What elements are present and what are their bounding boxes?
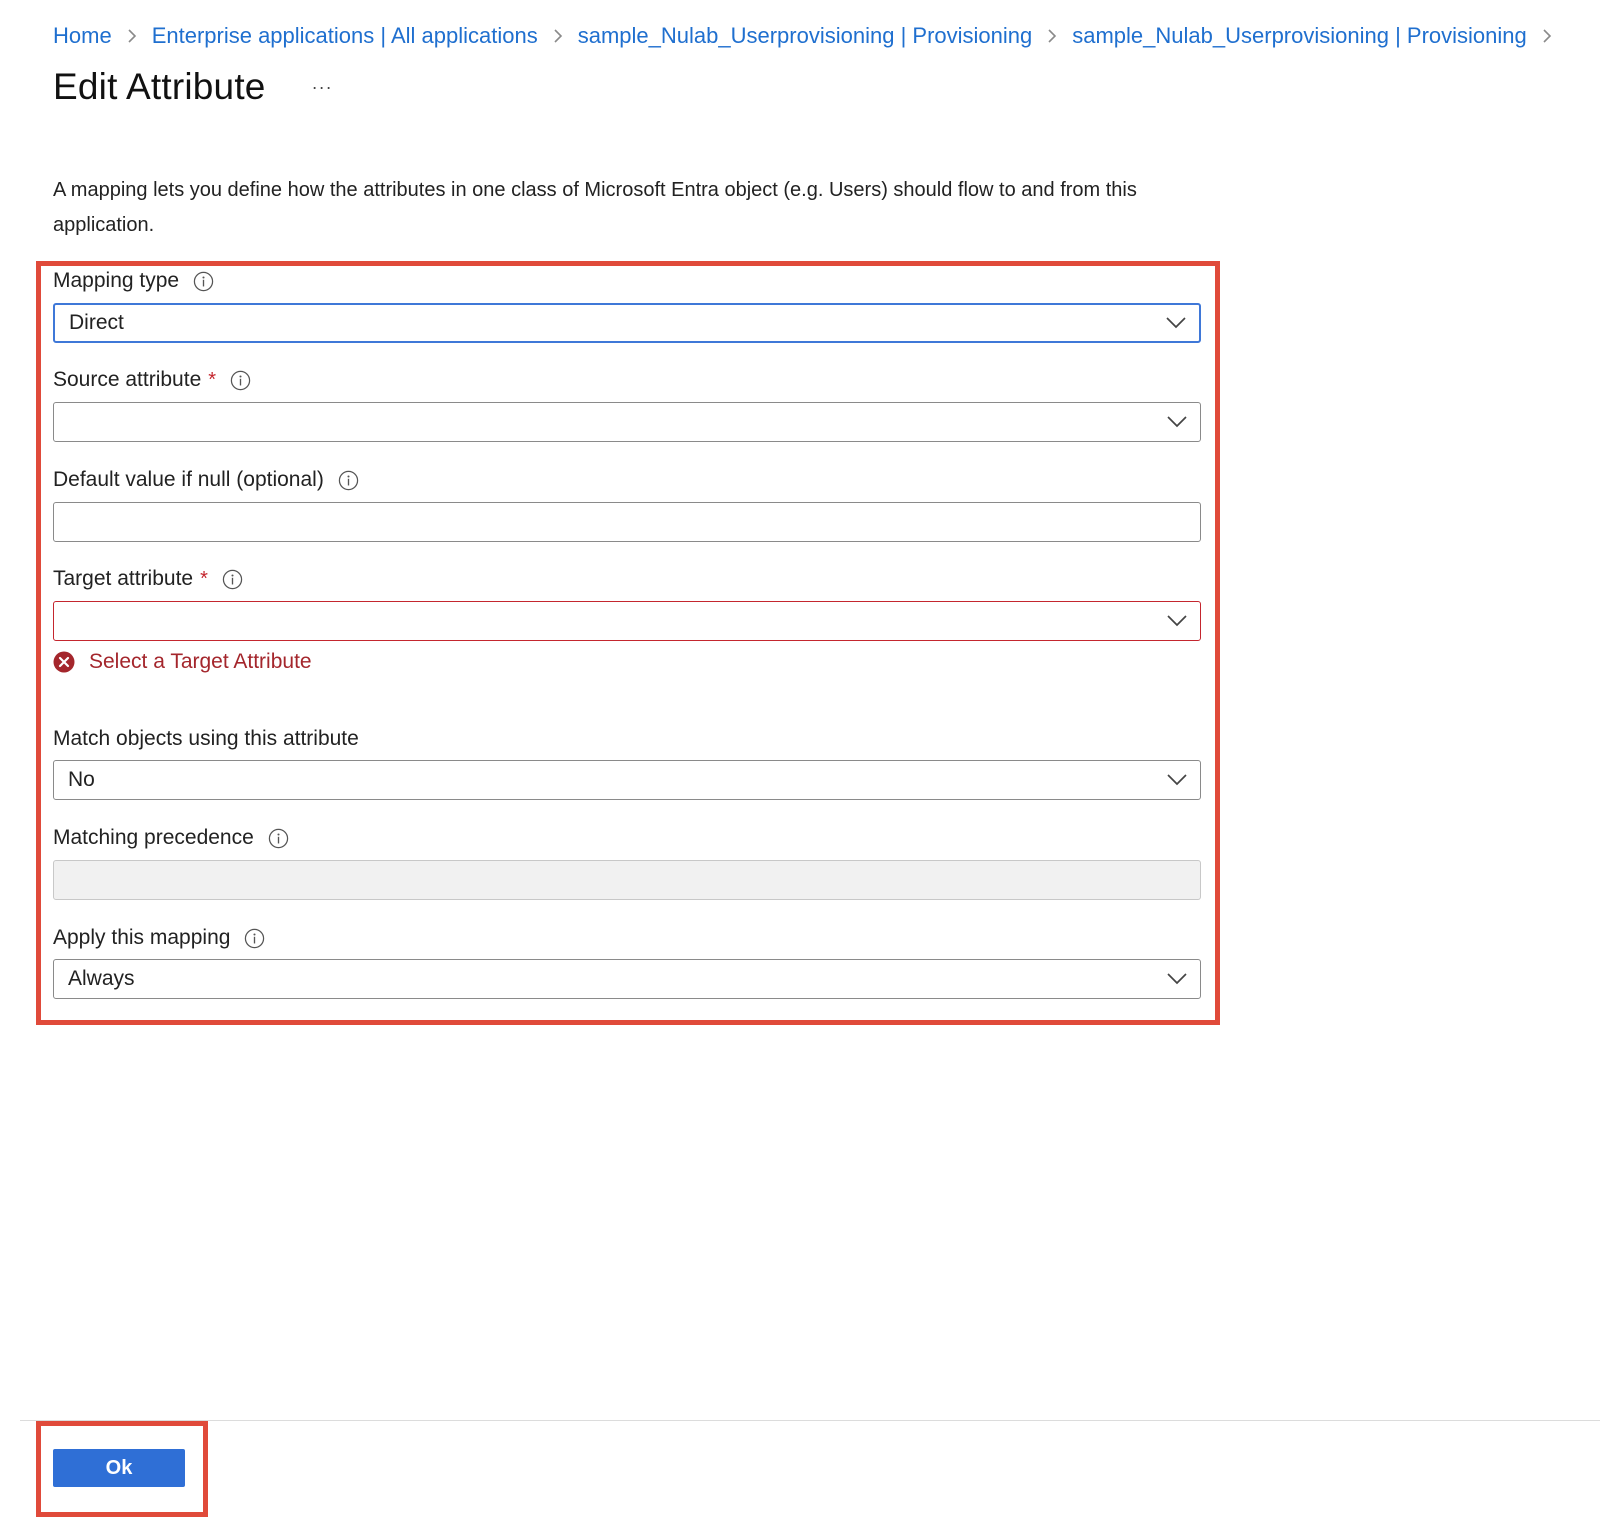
- target-attribute-error-text: Select a Target Attribute: [89, 650, 312, 673]
- chevron-right-icon: [1541, 28, 1553, 44]
- target-attribute-label: Target attribute *: [53, 567, 243, 591]
- chevron-right-icon: [1046, 28, 1058, 44]
- more-options-button[interactable]: ···: [308, 75, 337, 100]
- page-title: Edit Attribute: [53, 66, 266, 107]
- matching-precedence-label-text: Matching precedence: [53, 826, 254, 849]
- info-icon[interactable]: [222, 569, 243, 590]
- info-icon[interactable]: [268, 828, 289, 849]
- target-attribute-dropdown[interactable]: [53, 601, 1201, 641]
- default-value-label-text: Default value if null (optional): [53, 468, 324, 491]
- target-attribute-error: Select a Target Attribute: [53, 650, 312, 674]
- default-value-label: Default value if null (optional): [53, 468, 359, 492]
- required-marker: *: [208, 368, 217, 391]
- target-attribute-label-text: Target attribute: [53, 567, 194, 590]
- mapping-type-label: Mapping type: [53, 269, 214, 293]
- match-objects-label-text: Match objects using this attribute: [53, 727, 359, 750]
- info-icon[interactable]: [193, 271, 214, 292]
- breadcrumb-app-provisioning[interactable]: sample_Nulab_Userprovisioning | Provisio…: [578, 23, 1033, 49]
- match-objects-value: No: [68, 768, 95, 791]
- title-row: Edit Attribute ···: [53, 66, 337, 108]
- breadcrumb-app-provisioning-2[interactable]: sample_Nulab_Userprovisioning | Provisio…: [1072, 23, 1527, 49]
- source-attribute-dropdown[interactable]: [53, 402, 1201, 442]
- apply-mapping-value: Always: [68, 967, 135, 990]
- error-circle-icon: [53, 651, 75, 673]
- apply-mapping-label-text: Apply this mapping: [53, 926, 231, 949]
- chevron-down-icon: [1165, 316, 1187, 330]
- apply-mapping-label: Apply this mapping: [53, 926, 265, 950]
- source-attribute-label-text: Source attribute: [53, 368, 202, 391]
- matching-precedence-label: Matching precedence: [53, 826, 289, 850]
- matching-precedence-input: [53, 860, 1201, 900]
- breadcrumb-home[interactable]: Home: [53, 23, 112, 49]
- match-objects-label: Match objects using this attribute: [53, 727, 359, 751]
- match-objects-dropdown[interactable]: No: [53, 760, 1201, 800]
- chevron-down-icon: [1166, 773, 1188, 787]
- info-icon[interactable]: [338, 470, 359, 491]
- mapping-description: A mapping lets you define how the attrib…: [53, 179, 1137, 236]
- chevron-right-icon: [552, 28, 564, 44]
- info-icon[interactable]: [244, 928, 265, 949]
- info-icon[interactable]: [230, 370, 251, 391]
- chevron-right-icon: [126, 28, 138, 44]
- mapping-type-label-text: Mapping type: [53, 269, 180, 292]
- required-marker: *: [200, 567, 208, 590]
- default-value-input[interactable]: [53, 502, 1201, 542]
- source-attribute-label: Source attribute *: [53, 368, 251, 392]
- mapping-type-dropdown[interactable]: Direct: [53, 303, 1201, 343]
- breadcrumb: Home Enterprise applications | All appli…: [53, 20, 1567, 52]
- chevron-down-icon: [1166, 972, 1188, 986]
- footer-divider: [20, 1420, 1600, 1421]
- breadcrumb-enterprise-applications[interactable]: Enterprise applications | All applicatio…: [152, 23, 538, 49]
- chevron-down-icon: [1166, 415, 1188, 429]
- ok-button[interactable]: Ok: [53, 1449, 185, 1487]
- chevron-down-icon: [1166, 614, 1188, 628]
- apply-mapping-dropdown[interactable]: Always: [53, 959, 1201, 999]
- mapping-type-value: Direct: [69, 311, 124, 334]
